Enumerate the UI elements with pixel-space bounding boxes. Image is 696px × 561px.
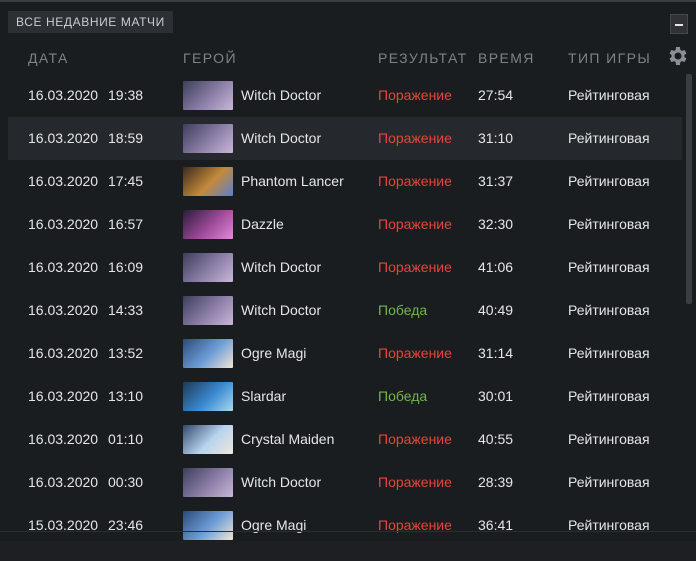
match-mode: Рейтинговая	[568, 345, 650, 361]
scrollbar[interactable]	[686, 74, 692, 304]
match-time: 19:38	[108, 87, 144, 103]
hero-name: Witch Doctor	[241, 87, 322, 103]
match-list: 16.03.2020 19:38 Witch Doctor Поражение 27:5…	[8, 74, 682, 547]
minus-icon	[675, 24, 683, 26]
match-result: Победа	[378, 388, 428, 404]
match-duration: 31:10	[478, 130, 514, 146]
hero-name: Witch Doctor	[241, 130, 322, 146]
hero-name: Witch Doctor	[241, 302, 322, 318]
match-time: 13:52	[108, 345, 144, 361]
match-result: Поражение	[378, 173, 452, 189]
match-date: 16.03.2020	[28, 474, 99, 490]
match-row[interactable]: 16.03.2020 13:10 Slardar Победа 30:01 Рейтинг…	[8, 375, 682, 418]
hero-name: Phantom Lancer	[241, 173, 344, 189]
bottom-bar	[0, 541, 696, 561]
match-mode: Рейтинговая	[568, 474, 650, 490]
recent-matches-panel: ВСЕ НЕДАВНИЕ МАТЧИ ДАТА ГЕРОЙ РЕЗУЛЬТАТ …	[0, 0, 696, 561]
hero-portrait[interactable]	[183, 296, 233, 325]
match-row[interactable]: 16.03.2020 13:52 Ogre Magi Поражение 31:14 Ре…	[8, 332, 682, 375]
match-time: 14:33	[108, 302, 144, 318]
column-hero[interactable]: ГЕРОЙ	[183, 50, 237, 66]
match-duration: 31:37	[478, 173, 514, 189]
match-row[interactable]: 16.03.2020 00:30 Witch Doctor Поражение 28:3…	[8, 461, 682, 504]
match-result: Поражение	[378, 216, 452, 232]
match-row[interactable]: 16.03.2020 16:57 Dazzle Поражение 32:30 Рейти…	[8, 203, 682, 246]
match-date: 16.03.2020	[28, 216, 99, 232]
match-date: 16.03.2020	[28, 259, 99, 275]
match-date: 16.03.2020	[28, 130, 99, 146]
match-duration: 41:06	[478, 259, 514, 275]
match-row[interactable]: 16.03.2020 19:38 Witch Doctor Поражение 27:5…	[8, 74, 682, 117]
match-mode: Рейтинговая	[568, 87, 650, 103]
hero-portrait[interactable]	[183, 81, 233, 110]
match-time: 01:10	[108, 431, 144, 447]
match-duration: 40:55	[478, 431, 514, 447]
match-duration: 32:30	[478, 216, 514, 232]
match-time: 18:59	[108, 130, 144, 146]
panel-title-tab[interactable]: ВСЕ НЕДАВНИЕ МАТЧИ	[8, 11, 173, 33]
minimize-button[interactable]	[670, 14, 688, 34]
match-result: Поражение	[378, 259, 452, 275]
hero-portrait[interactable]	[183, 124, 233, 153]
hero-portrait[interactable]	[183, 511, 233, 540]
hero-portrait[interactable]	[183, 167, 233, 196]
match-date: 16.03.2020	[28, 388, 99, 404]
hero-name: Dazzle	[241, 216, 284, 232]
table-header: ДАТА ГЕРОЙ РЕЗУЛЬТАТ ВРЕМЯ ТИП ИГРЫ	[0, 46, 680, 70]
hero-portrait[interactable]	[183, 339, 233, 368]
match-duration: 28:39	[478, 474, 514, 490]
match-result: Поражение	[378, 345, 452, 361]
column-date[interactable]: ДАТА	[28, 50, 69, 66]
hero-portrait[interactable]	[183, 253, 233, 282]
hero-portrait[interactable]	[183, 382, 233, 411]
match-mode: Рейтинговая	[568, 130, 650, 146]
match-date: 16.03.2020	[28, 302, 99, 318]
hero-name: Witch Doctor	[241, 474, 322, 490]
match-duration: 27:54	[478, 87, 514, 103]
match-date: 16.03.2020	[28, 345, 99, 361]
match-result: Поражение	[378, 431, 452, 447]
match-time: 13:10	[108, 388, 144, 404]
match-mode: Рейтинговая	[568, 259, 650, 275]
match-mode: Рейтинговая	[568, 216, 650, 232]
match-row[interactable]: 16.03.2020 16:09 Witch Doctor Поражение 41:0…	[8, 246, 682, 289]
match-mode: Рейтинговая	[568, 173, 650, 189]
match-mode: Рейтинговая	[568, 388, 650, 404]
match-time: 16:57	[108, 216, 144, 232]
hero-name: Ogre Magi	[241, 345, 307, 361]
hero-portrait[interactable]	[183, 468, 233, 497]
match-row[interactable]: 16.03.2020 18:59 Witch Doctor Поражение 31:1…	[8, 117, 682, 160]
hero-portrait[interactable]	[183, 210, 233, 239]
column-result[interactable]: РЕЗУЛЬТАТ	[378, 50, 468, 66]
match-date: 16.03.2020	[28, 431, 99, 447]
match-date: 16.03.2020	[28, 173, 99, 189]
column-mode[interactable]: ТИП ИГРЫ	[568, 50, 651, 66]
match-result: Поражение	[378, 87, 452, 103]
match-duration: 40:49	[478, 302, 514, 318]
match-date: 16.03.2020	[28, 87, 99, 103]
match-result: Поражение	[378, 130, 452, 146]
bottom-divider	[0, 531, 696, 532]
match-time: 16:09	[108, 259, 144, 275]
match-result: Победа	[378, 302, 428, 318]
match-mode: Рейтинговая	[568, 302, 650, 318]
hero-name: Witch Doctor	[241, 259, 322, 275]
match-mode: Рейтинговая	[568, 431, 650, 447]
top-divider	[0, 0, 696, 2]
match-duration: 31:14	[478, 345, 514, 361]
match-duration: 30:01	[478, 388, 514, 404]
match-result: Поражение	[378, 474, 452, 490]
match-time: 17:45	[108, 173, 144, 189]
column-duration[interactable]: ВРЕМЯ	[478, 50, 535, 66]
match-row[interactable]: 16.03.2020 17:45 Phantom Lancer Поражение 31…	[8, 160, 682, 203]
hero-name: Crystal Maiden	[241, 431, 335, 447]
match-time: 00:30	[108, 474, 144, 490]
match-row[interactable]: 16.03.2020 01:10 Crystal Maiden Поражение 40…	[8, 418, 682, 461]
match-row[interactable]: 16.03.2020 14:33 Witch Doctor Победа 40:49 Ре…	[8, 289, 682, 332]
hero-portrait[interactable]	[183, 425, 233, 454]
hero-name: Slardar	[241, 388, 287, 404]
